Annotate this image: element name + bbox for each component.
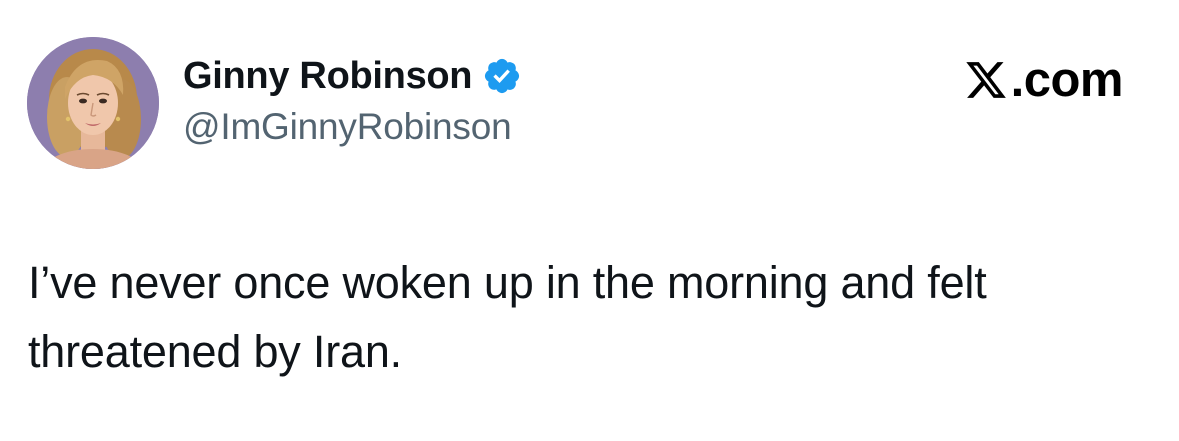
tweet-text: I’ve never once woken up in the morning … [28,248,1158,386]
profile-photo [27,37,159,169]
author-avatar[interactable] [27,37,159,169]
verified-badge-icon [482,56,522,96]
site-watermark: .com [963,53,1124,107]
site-domain-suffix: .com [1010,53,1124,107]
author-block: Ginny Robinson @ImGinnyRobinson [183,52,522,148]
author-handle[interactable]: @ImGinnyRobinson [183,106,522,148]
tweet-text-line: threatened by Iran. [28,326,402,377]
author-display-name[interactable]: Ginny Robinson [183,55,473,98]
author-name-row: Ginny Robinson [183,52,522,100]
tweet-text-line: I’ve never once woken up in the morning … [28,257,987,308]
x-logo-icon [963,58,1009,102]
tweet-card: Ginny Robinson @ImGinnyRobinson .com I’v… [0,0,1179,441]
